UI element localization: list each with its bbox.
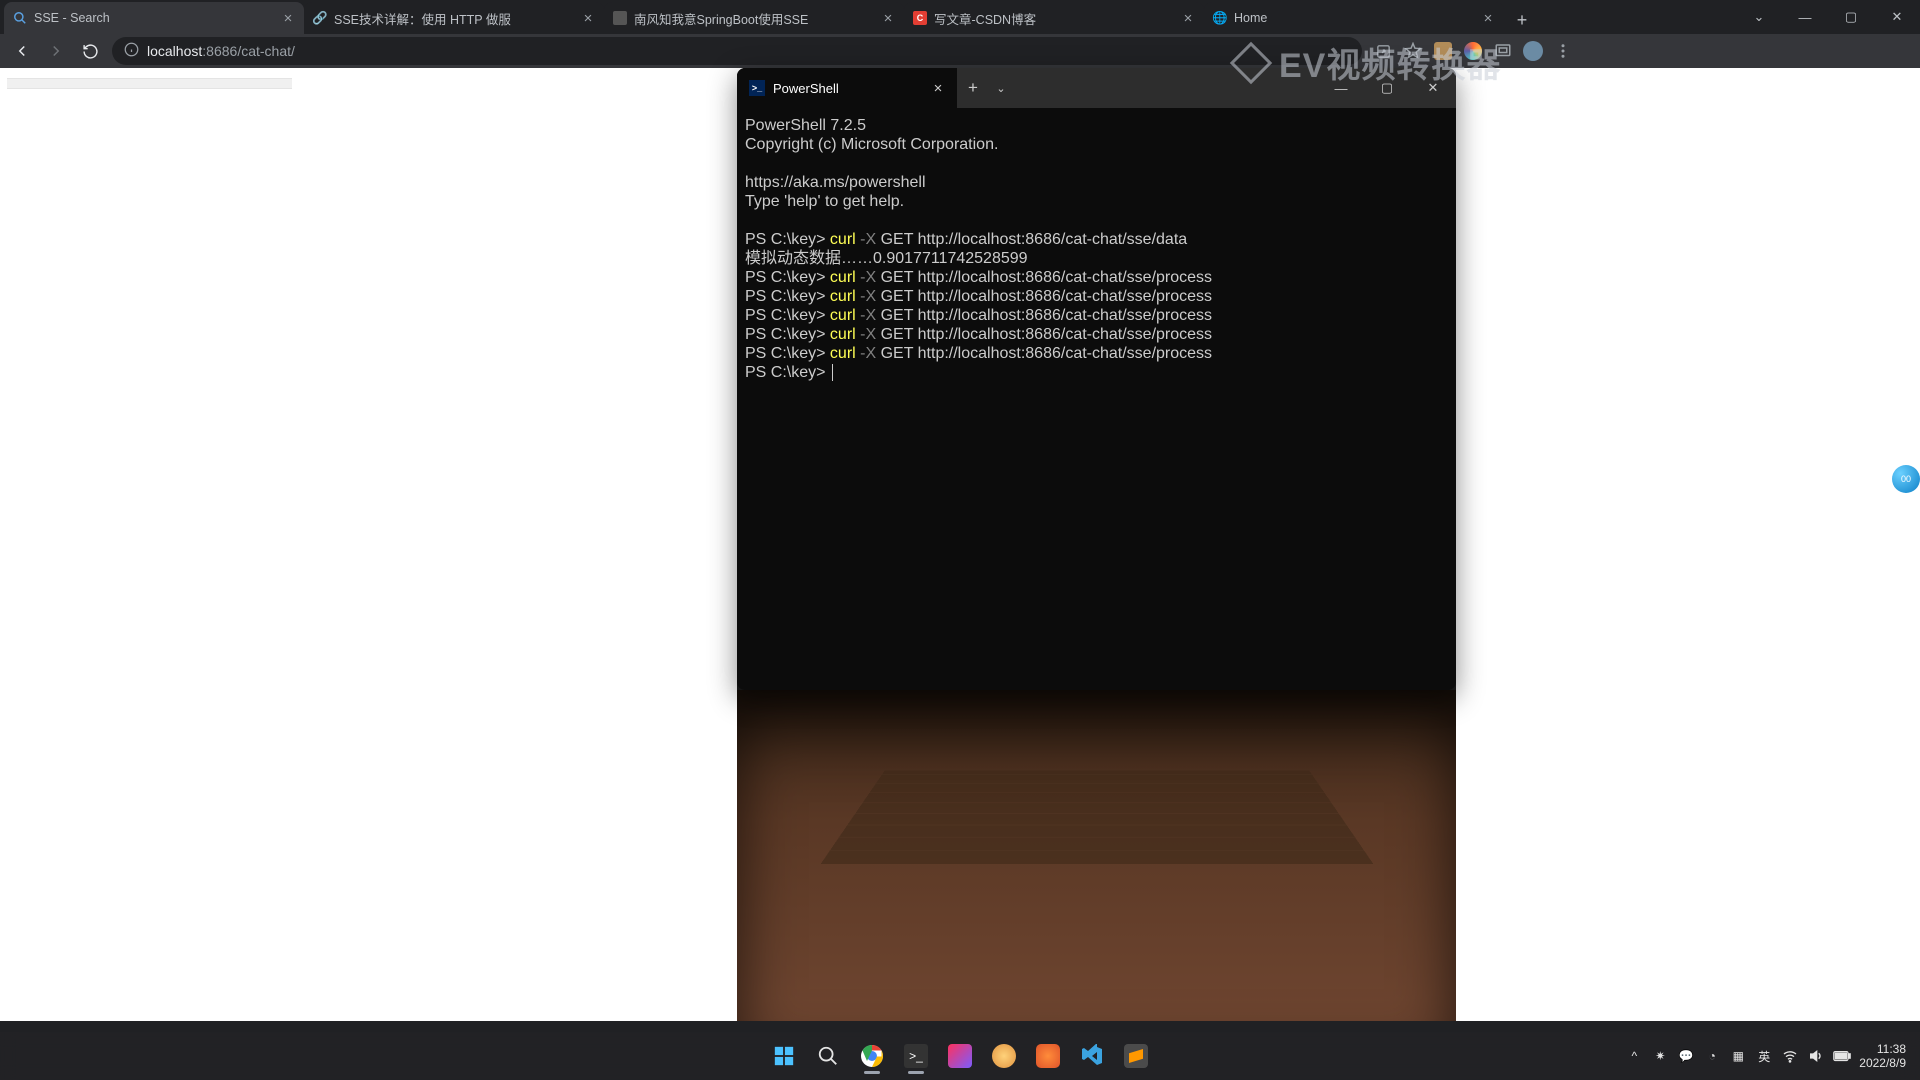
terminal-body[interactable]: PowerShell 7.2.5Copyright (c) Microsoft … (737, 108, 1456, 690)
csdn-icon: C (912, 10, 928, 26)
taskbar-sublime[interactable] (1116, 1036, 1156, 1076)
close-icon[interactable]: × (580, 10, 596, 26)
tab-title: 南风知我意SpringBoot使用SSE (634, 9, 874, 28)
tab-4[interactable]: 🌐 Home × (1204, 2, 1504, 34)
tab-title: Home (1234, 11, 1474, 25)
info-icon (124, 42, 139, 60)
close-icon[interactable]: × (1180, 10, 1196, 26)
tray-volume-icon[interactable] (1807, 1047, 1825, 1065)
tab-title: 写文章-CSDN博客 (934, 9, 1174, 28)
address-bar: localhost:8686/cat-chat/ (0, 34, 1920, 68)
tab-1[interactable]: 🔗 SSE技术详解：使用 HTTP 做服 × (304, 2, 604, 34)
search-icon (12, 10, 28, 26)
watermark: EV视频转换器 (1230, 38, 1501, 87)
tray-ime[interactable]: 英 (1755, 1047, 1773, 1065)
tray-wifi-icon[interactable] (1781, 1047, 1799, 1065)
minimize-button[interactable]: — (1782, 0, 1828, 34)
window-controls: ⌄ — ▢ ✕ (1736, 0, 1920, 34)
close-icon[interactable]: × (1480, 10, 1496, 26)
maximize-button[interactable]: ▢ (1828, 0, 1874, 34)
chevron-down-icon[interactable]: ⌄ (1736, 0, 1782, 34)
powershell-icon: >_ (749, 80, 765, 96)
tray-app2-icon[interactable]: ◔ (1703, 1047, 1721, 1065)
menu-icon[interactable] (1552, 40, 1574, 62)
terminal-tab-title: PowerShell (773, 81, 921, 96)
tab-strip: SSE - Search × 🔗 SSE技术详解：使用 HTTP 做服 × 南风… (0, 0, 1920, 34)
close-icon[interactable]: × (929, 80, 947, 97)
system-tray: ^ ✷ 💬 ◔ ▦ 英 11:38 2022/8/9 (1625, 1042, 1912, 1070)
tab-title: SSE技术详解：使用 HTTP 做服 (334, 9, 574, 28)
watermark-text: EV视频转换器 (1279, 38, 1501, 87)
page-element (7, 78, 292, 89)
tab-3[interactable]: C 写文章-CSDN博客 × (904, 2, 1204, 34)
profile-icon[interactable] (1522, 40, 1544, 62)
tray-chevron-icon[interactable]: ^ (1625, 1047, 1643, 1065)
page-icon: 🔗 (312, 10, 328, 26)
close-button[interactable]: ✕ (1874, 0, 1920, 34)
tray-date: 2022/8/9 (1859, 1056, 1906, 1070)
url-input[interactable]: localhost:8686/cat-chat/ (112, 37, 1362, 65)
search-button[interactable] (808, 1036, 848, 1076)
taskbar-app-2[interactable] (1028, 1036, 1068, 1076)
tray-clock[interactable]: 11:38 2022/8/9 (1859, 1042, 1912, 1070)
tab-2[interactable]: 南风知我意SpringBoot使用SSE × (604, 2, 904, 34)
close-icon[interactable]: × (880, 10, 896, 26)
tray-wechat-icon[interactable]: 💬 (1677, 1047, 1695, 1065)
back-button[interactable] (10, 39, 34, 63)
taskbar-vscode[interactable] (1072, 1036, 1112, 1076)
tab-title: SSE - Search (34, 11, 274, 25)
floating-badge[interactable]: 00 (1892, 465, 1920, 493)
tray-time: 11:38 (1859, 1042, 1906, 1056)
start-button[interactable] (764, 1036, 804, 1076)
globe-icon: 🌐 (1212, 10, 1228, 26)
taskbar-terminal[interactable]: >_ (896, 1036, 936, 1076)
tray-app3-icon[interactable]: ▦ (1729, 1047, 1747, 1065)
terminal-new-tab[interactable]: + (957, 72, 989, 104)
url-text: localhost:8686/cat-chat/ (147, 43, 1350, 59)
tab-0[interactable]: SSE - Search × (4, 2, 304, 34)
chevron-down-icon[interactable]: ⌄ (989, 82, 1013, 95)
tray-app-icon[interactable]: ✷ (1651, 1047, 1669, 1065)
tray-battery-icon[interactable] (1833, 1047, 1851, 1065)
taskbar-intellij[interactable] (940, 1036, 980, 1076)
watermark-logo-icon (1230, 42, 1272, 84)
taskbar-app-1[interactable] (984, 1036, 1024, 1076)
forward-button[interactable] (44, 39, 68, 63)
new-tab-button[interactable]: + (1508, 6, 1536, 34)
close-icon[interactable]: × (280, 10, 296, 26)
terminal-tab[interactable]: >_ PowerShell × (737, 68, 957, 108)
taskbar: >_ ^ ✷ 💬 ◔ ▦ 英 11:38 2022/8/9 (0, 1032, 1920, 1080)
desktop-background (737, 690, 1456, 1021)
reload-button[interactable] (78, 39, 102, 63)
page-icon (612, 10, 628, 26)
terminal-window: >_ PowerShell × + ⌄ — ▢ ✕ PowerShell 7.2… (737, 68, 1456, 690)
taskbar-chrome[interactable] (852, 1036, 892, 1076)
